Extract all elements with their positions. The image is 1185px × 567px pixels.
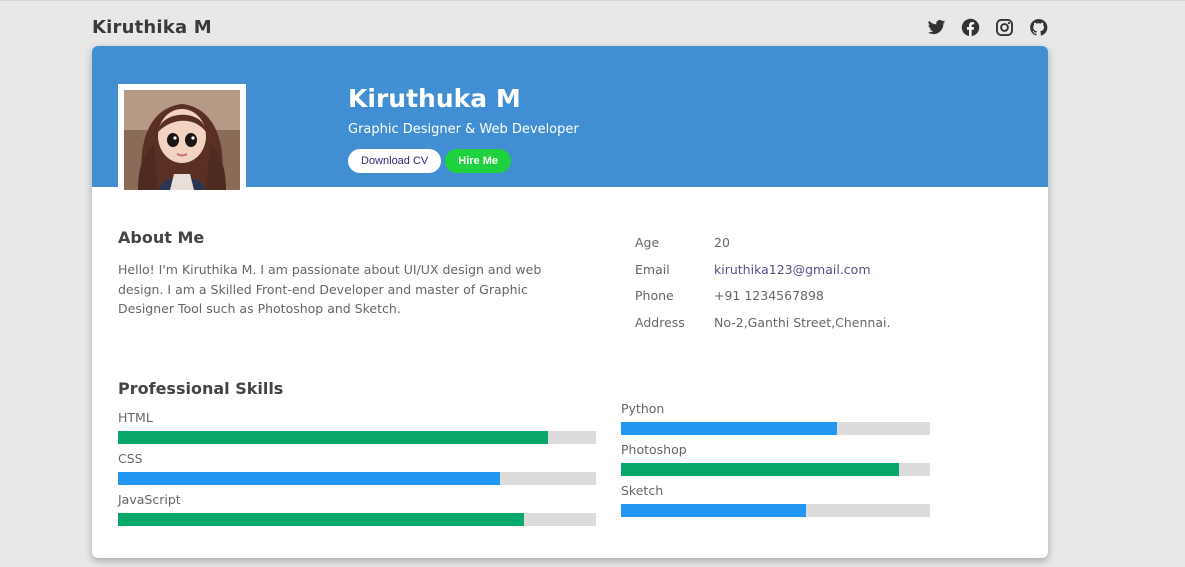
top-bar: Kiruthika M — [92, 13, 1049, 41]
contact-info: Age 20 Email kiruthika123@gmail.com Phon… — [635, 229, 890, 336]
skill-bar-fill — [118, 513, 525, 526]
skill-label: Photoshop — [621, 442, 687, 457]
download-cv-button[interactable]: Download CV — [348, 149, 442, 173]
skill-label: JavaScript — [118, 492, 181, 507]
info-row-phone: Phone +91 1234567898 — [635, 282, 890, 309]
profile-role: Graphic Designer & Web Developer — [348, 122, 579, 137]
page: Kiruthika M Kiruthuka M Graphic Designer… — [0, 0, 1185, 567]
hero-actions: Download CV Hire Me — [348, 149, 512, 173]
skill-bar-fill — [621, 504, 807, 517]
info-row-address: Address No-2,Ganthi Street,Chennai. — [635, 309, 890, 336]
brand-name[interactable]: Kiruthika M — [92, 17, 212, 38]
about-text: Hello! I'm Kiruthika M. I am passionate … — [118, 262, 542, 316]
twitter-icon[interactable] — [926, 17, 947, 38]
skill-bar — [118, 431, 596, 444]
skill-bar-fill — [621, 463, 900, 476]
skill-javascript: JavaScript — [118, 491, 596, 526]
skill-bar — [621, 463, 930, 476]
skill-bar-fill — [118, 472, 501, 485]
skill-css: CSS — [118, 450, 596, 485]
info-row-age: Age 20 — [635, 229, 890, 256]
info-label: Phone — [635, 288, 674, 304]
skills-heading: Professional Skills — [118, 379, 284, 398]
info-value: No-2,Ganthi Street,Chennai. — [714, 314, 891, 330]
info-label: Age — [635, 234, 660, 250]
email-link[interactable]: kiruthika123@gmail.com — [714, 262, 871, 277]
skill-python: Python — [621, 400, 930, 435]
skill-sketch: Sketch — [621, 482, 930, 517]
info-value: +91 1234567898 — [714, 288, 824, 304]
skill-bar — [118, 472, 596, 485]
info-label: Email — [635, 261, 670, 277]
skill-label: CSS — [118, 451, 143, 466]
social-links — [926, 17, 1049, 38]
profile-card: Kiruthuka M Graphic Designer & Web Devel… — [92, 46, 1048, 558]
skill-label: Sketch — [621, 483, 664, 498]
skill-bar — [118, 513, 596, 526]
avatar — [124, 90, 240, 190]
skill-label: HTML — [118, 410, 153, 425]
hire-me-button[interactable]: Hire Me — [445, 149, 512, 173]
facebook-icon[interactable] — [960, 17, 981, 38]
skill-bar-fill — [621, 422, 838, 435]
github-icon[interactable] — [1028, 17, 1049, 38]
skill-photoshop: Photoshop — [621, 441, 930, 476]
profile-name: Kiruthuka M — [348, 84, 521, 113]
skill-bar — [621, 504, 930, 517]
info-value: 20 — [714, 234, 730, 250]
skill-bar — [621, 422, 930, 435]
info-row-email: Email kiruthika123@gmail.com — [635, 256, 890, 283]
skill-bar-fill — [118, 431, 549, 444]
about-heading: About Me — [118, 228, 205, 247]
info-label: Address — [635, 314, 685, 330]
skill-label: Python — [621, 401, 665, 416]
avatar-frame — [118, 84, 246, 196]
instagram-icon[interactable] — [994, 17, 1015, 38]
skill-html: HTML — [118, 409, 596, 444]
